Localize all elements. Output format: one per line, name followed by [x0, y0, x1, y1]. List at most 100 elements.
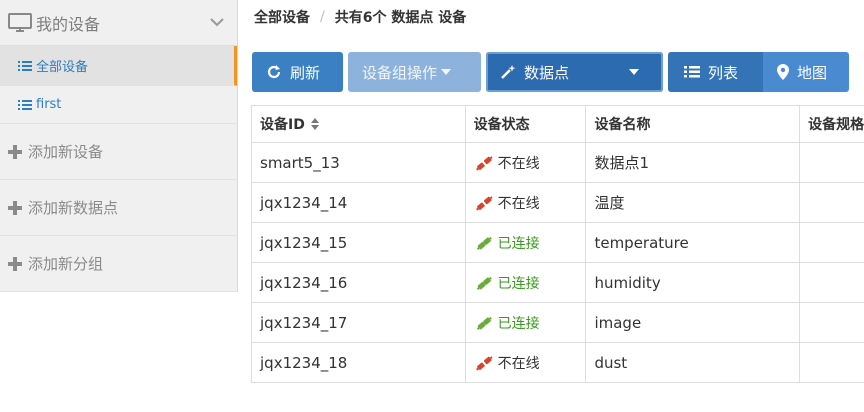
add-datapoint-button[interactable]: 添加新数据点	[0, 180, 237, 236]
column-header-device-id[interactable]: 设备ID	[252, 106, 466, 142]
status-badge: 已连接	[474, 313, 540, 333]
device-id-cell: jqx1234_15	[252, 223, 466, 262]
column-header-status: 设备状态	[466, 106, 587, 142]
device-spec-cell	[800, 303, 864, 342]
column-header-label: 设备状态	[473, 117, 530, 133]
table-header-row: 设备ID 设备状态 设备名称 设备规格	[252, 106, 864, 143]
map-view-button[interactable]: 地图	[763, 52, 849, 92]
list-view-label: 列表	[708, 63, 739, 82]
device-spec-cell	[800, 223, 864, 262]
sidebar-header[interactable]: 我的设备	[0, 0, 237, 46]
status-cell: 不在线	[466, 183, 587, 222]
plug-icon	[476, 236, 492, 250]
status-label: 不在线	[497, 155, 540, 172]
plug-icon	[476, 316, 492, 330]
table-row[interactable]: jqx1234_14 不在线 温度	[252, 183, 864, 223]
magic-wand-icon	[501, 65, 516, 79]
refresh-button[interactable]: 刷新	[252, 52, 343, 92]
device-spec-cell	[800, 143, 864, 182]
sort-icon[interactable]	[310, 118, 319, 130]
device-id-cell: jqx1234_17	[252, 303, 466, 342]
caret-down-icon	[629, 69, 639, 75]
plus-icon	[8, 144, 22, 159]
refresh-icon	[267, 65, 281, 79]
status-cell: 已连接	[466, 223, 587, 262]
device-id-cell: jqx1234_16	[252, 263, 466, 302]
status-label: 已连接	[497, 275, 540, 292]
column-header-label: 设备ID	[260, 117, 305, 133]
datapoint-dropdown[interactable]: 数据点	[486, 52, 663, 92]
table-row[interactable]: smart5_13 不在线 数据点1	[252, 143, 864, 183]
device-spec-cell	[800, 263, 864, 302]
device-group-ops-button[interactable]: 设备组操作	[348, 52, 481, 92]
device-id-cell: jqx1234_18	[252, 343, 466, 382]
status-label: 已连接	[497, 315, 540, 332]
plug-icon	[475, 355, 493, 371]
table-row[interactable]: jqx1234_16 已连接 humidity	[252, 263, 864, 303]
device-name-cell: 温度	[586, 183, 801, 222]
sidebar-header-label: 我的设备	[36, 14, 101, 34]
datapoint-label: 数据点	[524, 63, 570, 82]
app-window: 我的设备 全部设备 first 添加新设备 添加新数据点 添加新分组 全部设备 …	[0, 0, 864, 412]
add-group-button[interactable]: 添加新分组	[0, 236, 237, 292]
plus-icon	[8, 256, 22, 271]
device-name-cell: humidity	[586, 263, 801, 302]
status-badge: 不在线	[474, 153, 540, 173]
sidebar-item-first[interactable]: first	[0, 86, 237, 124]
device-spec-cell	[800, 343, 864, 382]
device-spec-cell	[800, 183, 864, 222]
add-device-button[interactable]: 添加新设备	[0, 124, 237, 180]
breadcrumb-root[interactable]: 全部设备	[254, 7, 310, 27]
column-header-label: 设备规格	[808, 117, 864, 133]
list-icon	[18, 99, 32, 110]
status-cell: 不在线	[466, 343, 587, 382]
device-id-cell: jqx1234_14	[252, 183, 466, 222]
status-badge: 已连接	[474, 233, 540, 253]
plug-icon	[476, 276, 492, 290]
table-row[interactable]: jqx1234_17 已连接 image	[252, 303, 864, 343]
breadcrumb-current: 共有6个 数据点 设备	[334, 10, 467, 26]
device-name-cell: dust	[586, 343, 801, 382]
plus-icon	[8, 200, 22, 215]
status-label: 不在线	[497, 355, 540, 372]
refresh-label: 刷新	[290, 63, 321, 82]
status-label: 不在线	[497, 195, 540, 212]
breadcrumb: 全部设备 / 共有6个 数据点 设备	[254, 7, 466, 27]
monitor-icon	[8, 12, 32, 32]
sidebar-item-label: first	[36, 97, 62, 112]
sidebar-item-label: 全部设备	[36, 60, 89, 75]
column-header-name: 设备名称	[586, 106, 801, 142]
sidebar-item-all-devices[interactable]: 全部设备	[0, 46, 237, 86]
status-badge: 已连接	[474, 273, 540, 293]
status-cell: 已连接	[466, 303, 587, 342]
add-datapoint-label: 添加新数据点	[28, 199, 119, 217]
status-cell: 不在线	[466, 143, 587, 182]
map-view-label: 地图	[797, 63, 828, 82]
list-icon	[684, 66, 700, 78]
device-id-cell: smart5_13	[252, 143, 466, 182]
map-marker-icon	[777, 64, 789, 80]
device-group-ops-label: 设备组操作	[362, 63, 438, 82]
chevron-down-icon[interactable]	[209, 14, 225, 30]
add-group-label: 添加新分组	[28, 255, 104, 273]
breadcrumb-separator: /	[320, 9, 325, 25]
status-badge: 不在线	[474, 353, 540, 373]
plug-icon	[475, 155, 493, 171]
sidebar: 我的设备 全部设备 first 添加新设备 添加新数据点 添加新分组	[0, 0, 238, 292]
list-icon	[18, 60, 32, 71]
device-name-cell: image	[586, 303, 801, 342]
device-name-cell: temperature	[586, 223, 801, 262]
status-cell: 已连接	[466, 263, 587, 302]
caret-down-icon	[441, 69, 452, 75]
device-name-cell: 数据点1	[586, 143, 801, 182]
column-header-label: 设备名称	[594, 117, 651, 133]
device-table: 设备ID 设备状态 设备名称 设备规格 smart5_13 不在线 数据点1 j…	[251, 105, 864, 383]
status-badge: 不在线	[474, 193, 540, 213]
plug-icon	[475, 195, 493, 211]
list-view-button[interactable]: 列表	[668, 52, 763, 92]
table-row[interactable]: jqx1234_15 已连接 temperature	[252, 223, 864, 263]
add-device-label: 添加新设备	[28, 143, 104, 161]
table-row[interactable]: jqx1234_18 不在线 dust	[252, 343, 864, 383]
status-label: 已连接	[497, 235, 540, 252]
column-header-spec: 设备规格	[800, 106, 864, 142]
